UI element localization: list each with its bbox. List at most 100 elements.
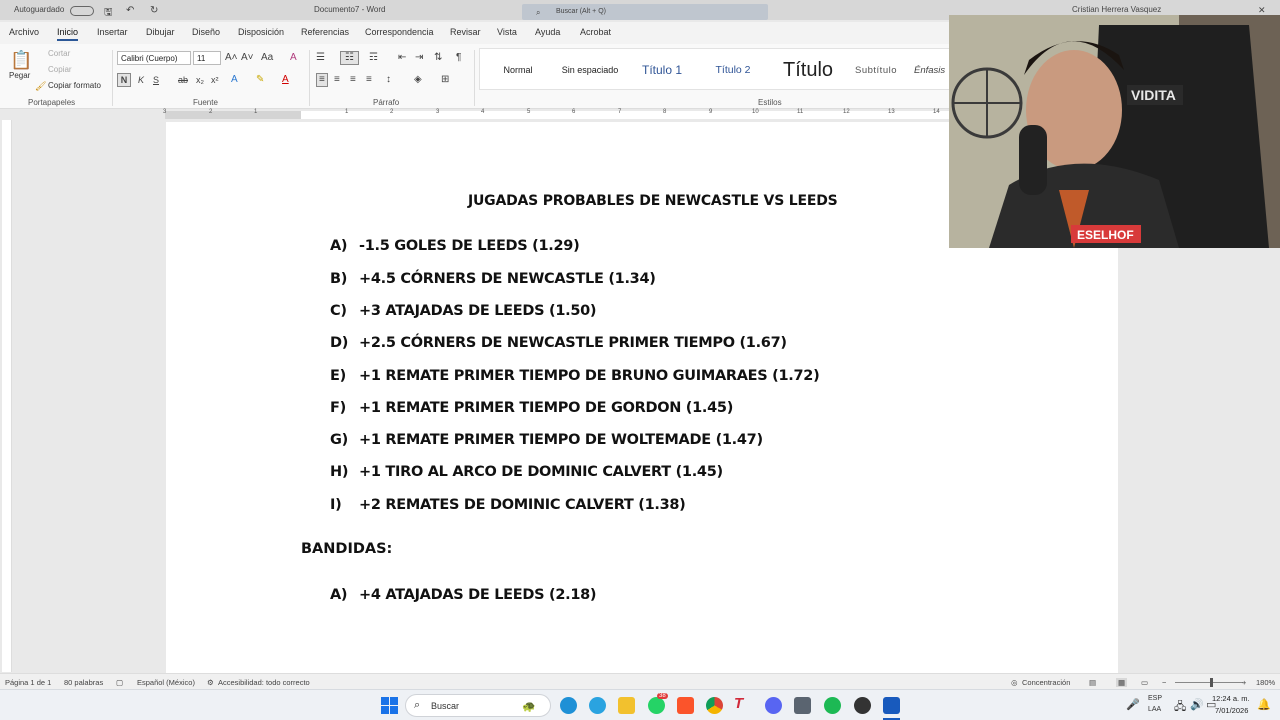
zoom-in-icon[interactable]: +: [1242, 678, 1246, 687]
telegram-icon[interactable]: [589, 697, 606, 714]
divider: [309, 50, 310, 106]
typora-icon[interactable]: T: [734, 695, 743, 712]
numbering-icon[interactable]: ☷: [340, 51, 359, 65]
grow-font-icon[interactable]: A˄: [225, 52, 238, 64]
shrink-font-icon[interactable]: A˅: [241, 52, 254, 64]
bullets-icon[interactable]: ☰: [316, 52, 325, 64]
highlight-icon[interactable]: ✎: [256, 74, 264, 86]
brave-icon[interactable]: [677, 697, 694, 714]
underline-button[interactable]: S: [153, 74, 159, 86]
zoom-out-icon[interactable]: −: [1162, 678, 1166, 687]
tab-ayuda[interactable]: Ayuda: [535, 27, 560, 37]
font-family-select[interactable]: Calibri (Cuerpo): [117, 51, 191, 65]
font-color-icon[interactable]: A: [282, 74, 289, 86]
print-layout-icon[interactable]: ▦: [1116, 678, 1128, 687]
word-icon[interactable]: [883, 697, 900, 714]
align-center-icon[interactable]: ≡: [334, 74, 340, 86]
read-mode-icon[interactable]: ▤: [1089, 678, 1096, 687]
style-subtitulo[interactable]: Subtítulo: [846, 49, 906, 91]
paste-button[interactable]: Pegar: [9, 71, 30, 80]
paste-icon[interactable]: 📋: [10, 50, 32, 70]
discord-icon[interactable]: [765, 697, 782, 714]
microphone-icon[interactable]: 🎤: [1126, 698, 1140, 711]
chrome-icon[interactable]: [706, 697, 723, 714]
shading-icon[interactable]: ◈: [414, 74, 422, 86]
webcam-scene: VIDITA ESELHOF: [949, 15, 1280, 248]
tab-vista[interactable]: Vista: [497, 27, 517, 37]
superscript-icon[interactable]: x²: [211, 74, 219, 86]
tab-dibujar[interactable]: Dibujar: [146, 27, 175, 37]
align-right-icon[interactable]: ≡: [350, 74, 356, 86]
obs-icon[interactable]: [854, 697, 871, 714]
horizontal-ruler[interactable]: 3 2 1 1 2 3 4 5 6 7 8 9 10 11 12 13 14: [0, 109, 950, 121]
autosave-toggle[interactable]: [70, 6, 94, 16]
keyboard-layout[interactable]: LAA: [1148, 706, 1161, 713]
undo-icon[interactable]: ↶: [126, 5, 134, 16]
tab-correspondencia[interactable]: Correspondencia: [365, 27, 434, 37]
word-count[interactable]: 80 palabras: [64, 678, 103, 687]
line-spacing-icon[interactable]: ↕: [386, 74, 391, 86]
spotify-icon[interactable]: [824, 697, 841, 714]
justify-icon[interactable]: ≡: [366, 74, 372, 86]
multilevel-list-icon[interactable]: ☶: [369, 52, 378, 64]
style-sin-espaciado[interactable]: Sin espaciado: [556, 49, 624, 91]
zoom-level[interactable]: 180%: [1256, 678, 1275, 687]
tab-disposicion[interactable]: Disposición: [238, 27, 284, 37]
zoom-slider-thumb[interactable]: [1210, 678, 1213, 687]
show-marks-icon[interactable]: ¶: [456, 52, 461, 64]
italic-button[interactable]: K: [138, 74, 144, 86]
calculator-icon[interactable]: [794, 697, 811, 714]
subscript-icon[interactable]: x₂: [196, 74, 204, 86]
tab-acrobat[interactable]: Acrobat: [580, 27, 611, 37]
taskbar-search[interactable]: ⌕ Buscar 🐢: [405, 694, 551, 717]
focus-mode[interactable]: Concentración: [1022, 678, 1070, 687]
list-item: E) +1 REMATE PRIMER TIEMPO DE BRUNO GUIMA…: [330, 368, 820, 384]
tab-insertar[interactable]: Insertar: [97, 27, 128, 37]
text-effects-icon[interactable]: A: [231, 74, 238, 86]
save-icon[interactable]: 🖫: [104, 5, 113, 22]
redo-icon[interactable]: ↻: [150, 5, 158, 16]
network-icon[interactable]: 🖧: [1174, 698, 1186, 717]
list-item-label: B): [330, 271, 348, 287]
tab-diseno[interactable]: Diseño: [192, 27, 220, 37]
style-titulo-2[interactable]: Título 2: [698, 49, 768, 91]
tab-inicio[interactable]: Inicio: [57, 27, 79, 41]
tab-archivo[interactable]: Archivo: [9, 27, 39, 37]
proofing-icon[interactable]: ▢: [116, 678, 123, 687]
bold-button[interactable]: N: [117, 73, 131, 87]
style-titulo[interactable]: Título: [770, 49, 846, 91]
increase-indent-icon[interactable]: ⇥: [415, 52, 423, 64]
whatsapp-icon[interactable]: [648, 697, 665, 714]
format-painter-button[interactable]: Copiar formato: [48, 81, 101, 90]
cut-button[interactable]: Cortar: [48, 49, 70, 58]
tab-referencias[interactable]: Referencias: [301, 27, 349, 37]
language-code[interactable]: ESP: [1148, 695, 1162, 702]
style-normal[interactable]: Normal: [480, 49, 556, 91]
web-layout-icon[interactable]: ▭: [1141, 678, 1148, 687]
style-titulo-1[interactable]: Título 1: [626, 49, 698, 91]
zoom-slider[interactable]: [1175, 682, 1243, 683]
page-count[interactable]: Página 1 de 1: [5, 678, 51, 687]
clear-format-icon[interactable]: A: [290, 52, 297, 64]
edge-icon[interactable]: [560, 697, 577, 714]
copy-button[interactable]: Copiar: [48, 65, 72, 74]
align-left-icon[interactable]: ≡: [316, 73, 328, 87]
decrease-indent-icon[interactable]: ⇤: [398, 52, 406, 64]
notifications-icon[interactable]: 🔔: [1257, 698, 1271, 711]
vertical-ruler[interactable]: [2, 120, 12, 672]
tab-revisar[interactable]: Revisar: [450, 27, 481, 37]
font-size-select[interactable]: 11: [193, 51, 221, 65]
clock-time[interactable]: 12:24 a. m.: [1212, 694, 1250, 703]
sort-icon[interactable]: ⇅: [434, 52, 442, 64]
title-search-box[interactable]: ⌕ Buscar (Alt + Q): [522, 4, 768, 20]
borders-icon[interactable]: ⊞: [441, 74, 449, 86]
strikethrough-icon[interactable]: ab: [178, 74, 188, 86]
style-enfasis[interactable]: Énfasis: [914, 49, 954, 91]
windows-start-icon[interactable]: [381, 697, 398, 714]
change-case-icon[interactable]: Aa: [261, 52, 273, 64]
volume-icon[interactable]: 🔊: [1190, 698, 1204, 711]
language-indicator[interactable]: Español (México): [137, 678, 195, 687]
accessibility-status[interactable]: Accesibilidad: todo correcto: [218, 678, 310, 687]
file-explorer-icon[interactable]: [618, 697, 635, 714]
clock-date[interactable]: 7/01/2026: [1215, 706, 1248, 715]
